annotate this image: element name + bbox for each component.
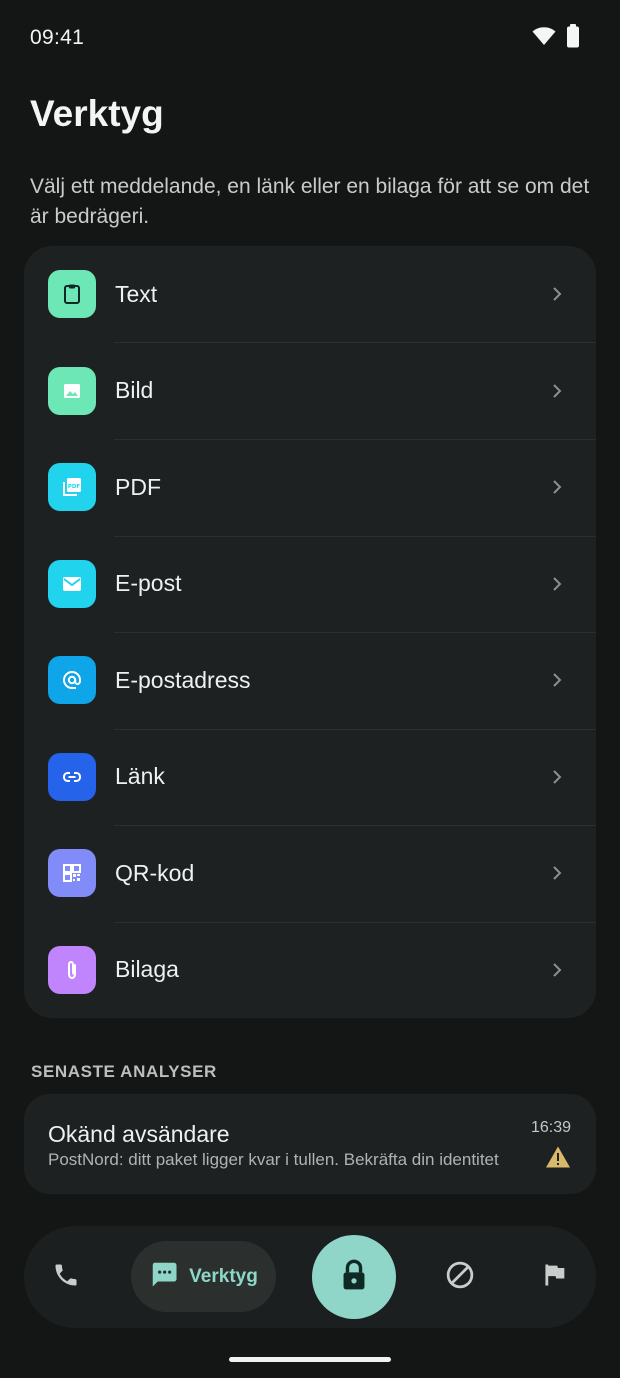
phone-icon bbox=[52, 1261, 80, 1294]
warning-icon bbox=[545, 1145, 571, 1169]
status-icons bbox=[532, 24, 580, 53]
chevron-right-icon bbox=[550, 963, 564, 977]
chevron-right-icon bbox=[550, 577, 564, 591]
chevron-right-icon bbox=[550, 770, 564, 784]
nav-block[interactable] bbox=[440, 1257, 480, 1297]
tool-label-text: Text bbox=[115, 280, 158, 307]
nav-tools[interactable]: Verktyg bbox=[131, 1241, 276, 1312]
page-subtitle: Välj ett meddelande, en länk eller en bi… bbox=[30, 175, 590, 228]
at-sign-icon bbox=[48, 656, 96, 705]
analysis-preview: PostNord: ditt paket ligger kvar i tulle… bbox=[48, 1150, 499, 1169]
tool-item-pdf[interactable]: PDF PDF bbox=[24, 439, 596, 536]
tool-label-qr-code: QR-kod bbox=[115, 859, 195, 886]
qr-code-icon bbox=[48, 849, 96, 898]
section-title-recent: SENASTE ANALYSER bbox=[31, 1062, 217, 1081]
chevron-right-icon bbox=[550, 384, 564, 398]
mail-icon bbox=[48, 559, 96, 608]
bottom-nav: Verktyg bbox=[24, 1226, 596, 1328]
tool-item-image[interactable]: Bild bbox=[24, 343, 596, 440]
tool-item-email-address[interactable]: E-postadress bbox=[24, 632, 596, 729]
analysis-sender: Okänd avsändare bbox=[48, 1121, 230, 1147]
clipboard-icon bbox=[48, 270, 96, 319]
tool-label-email: E-post bbox=[115, 570, 182, 597]
analysis-time: 16:39 bbox=[530, 1119, 571, 1136]
chevron-right-icon bbox=[550, 480, 564, 494]
tool-label-link: Länk bbox=[115, 763, 165, 790]
chevron-right-icon bbox=[550, 673, 564, 687]
wifi-icon bbox=[532, 26, 556, 51]
status-time: 09:41 bbox=[30, 26, 85, 49]
tool-label-pdf: PDF bbox=[115, 473, 161, 500]
block-icon bbox=[445, 1260, 475, 1295]
tool-item-text[interactable]: Text bbox=[24, 246, 596, 343]
recent-analysis-item[interactable]: Okänd avsändare PostNord: ditt paket lig… bbox=[24, 1094, 596, 1194]
image-icon bbox=[48, 366, 96, 415]
tool-label-image: Bild bbox=[115, 377, 154, 404]
chevron-right-icon bbox=[550, 866, 564, 880]
flag-icon bbox=[541, 1261, 569, 1294]
nav-phone[interactable] bbox=[46, 1257, 86, 1297]
home-indicator[interactable] bbox=[229, 1357, 391, 1362]
tool-item-qr-code[interactable]: QR-kod bbox=[24, 825, 596, 922]
tool-label-attachment: Bilaga bbox=[115, 956, 179, 983]
svg-text:PDF: PDF bbox=[68, 484, 81, 490]
battery-icon bbox=[566, 24, 580, 53]
chat-icon bbox=[149, 1259, 179, 1294]
tool-label-email-address: E-postadress bbox=[115, 666, 251, 693]
chevron-right-icon bbox=[550, 287, 564, 301]
tool-item-link[interactable]: Länk bbox=[24, 729, 596, 826]
nav-report[interactable] bbox=[535, 1257, 575, 1297]
nav-lock[interactable] bbox=[312, 1235, 396, 1319]
tool-item-attachment[interactable]: Bilaga bbox=[24, 922, 596, 1019]
status-bar: 09:41 bbox=[0, 0, 620, 76]
link-icon bbox=[48, 752, 96, 801]
tool-item-email[interactable]: E-post bbox=[24, 536, 596, 633]
paperclip-icon bbox=[48, 945, 96, 994]
tools-list: Text Bild PDF PDF E-post E-postadress Lä… bbox=[24, 246, 596, 1018]
lock-icon bbox=[338, 1258, 370, 1297]
nav-tools-label: Verktyg bbox=[189, 1265, 258, 1287]
page-title: Verktyg bbox=[30, 93, 164, 134]
pdf-icon: PDF bbox=[48, 463, 96, 512]
